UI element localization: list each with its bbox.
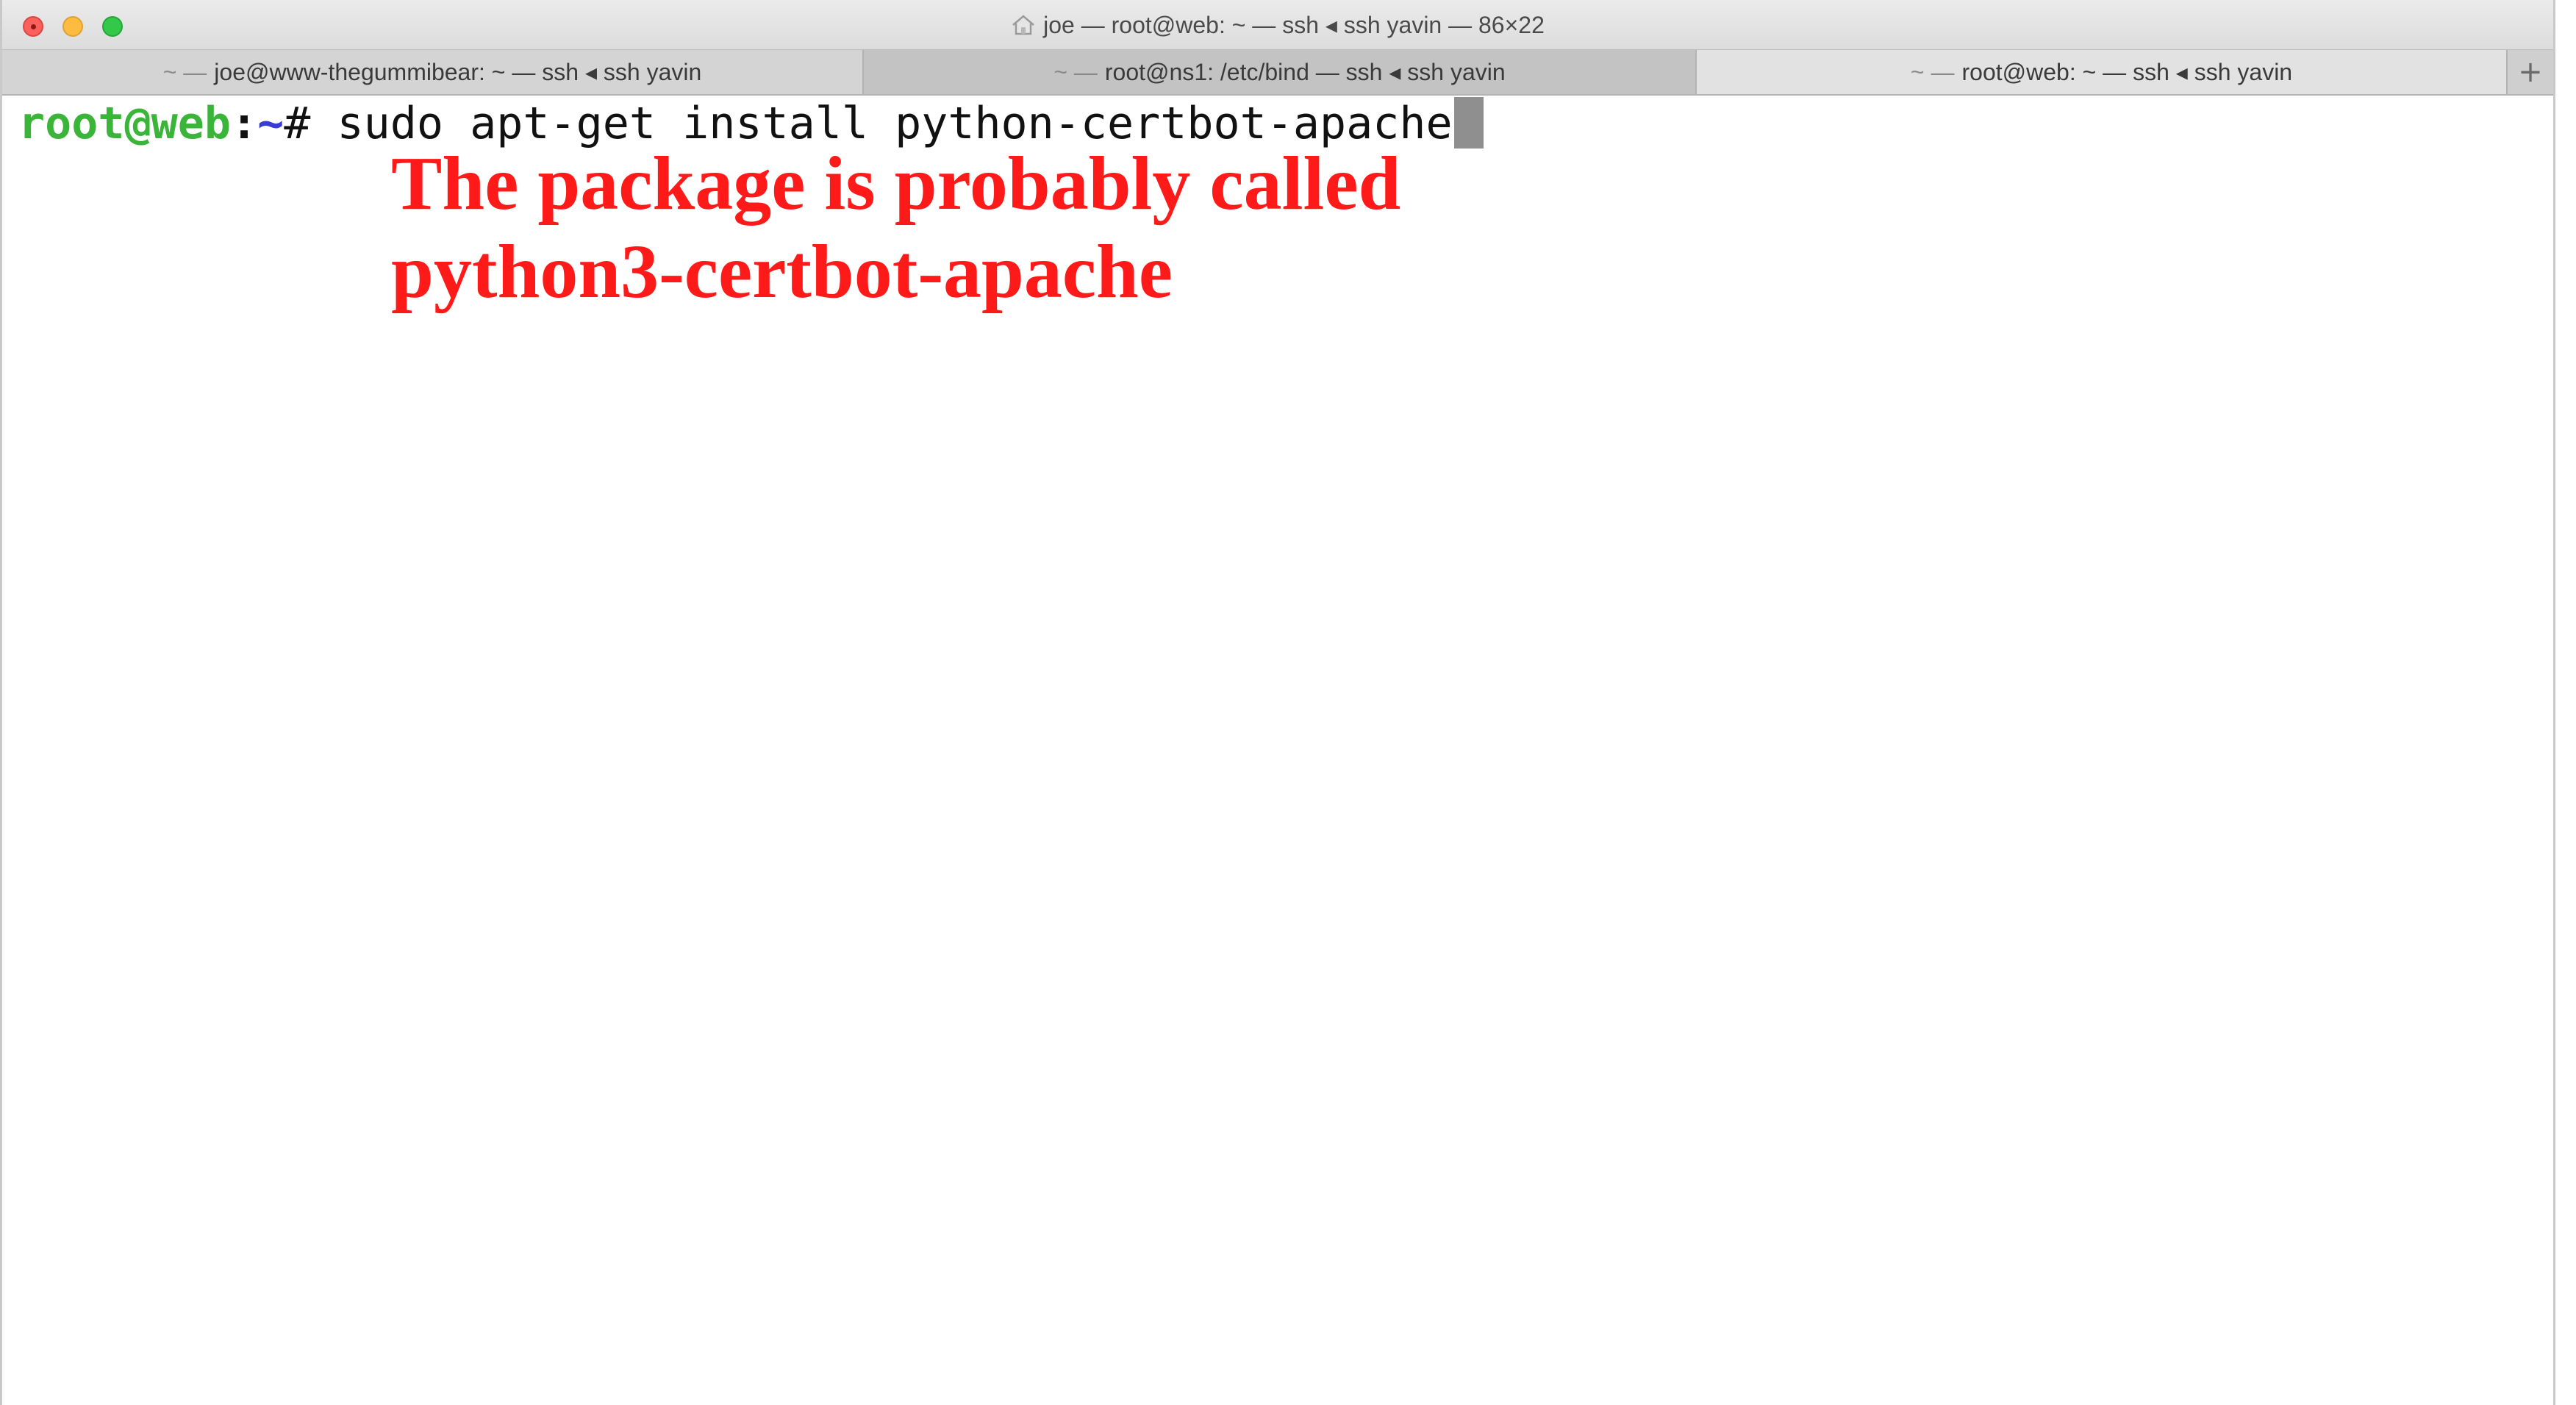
text-cursor [1453,97,1484,149]
window-title-text: joe — root@web: ~ — ssh ◂ ssh yavin — 86… [1043,12,1545,38]
tab-ns1[interactable]: ~ — root@ns1: /etc/bind — ssh ◂ ssh yavi… [864,50,1697,94]
terminal-window: joe — root@web: ~ — ssh ◂ ssh yavin — 86… [0,0,2555,1405]
annotation-line-2: python3-certbot-apache [391,229,1173,314]
prompt-separator: : [230,98,258,149]
prompt-user-host: root@web [18,98,231,149]
annotation-line-1: The package is probably called [391,141,1401,226]
home-icon [1011,13,1036,43]
tab-web-active[interactable]: ~ — root@web: ~ — ssh ◂ ssh yavin [1697,50,2508,94]
prompt-char: # [284,98,337,149]
tab-prefix: ~ — [162,58,207,85]
tab-label: joe@www-thegummibear: ~ — ssh ◂ ssh yavi… [214,59,702,85]
tab-label: root@web: ~ — ssh ◂ ssh yavin [1961,59,2293,85]
window-title: joe — root@web: ~ — ssh ◂ ssh yavin — 86… [2,10,2553,43]
tab-prefix: ~ — [1910,58,1955,85]
annotation-overlay: The package is probably called python3-c… [391,140,1400,316]
tab-www-thegummibear[interactable]: ~ — joe@www-thegummibear: ~ — ssh ◂ ssh … [2,50,864,94]
title-bar[interactable]: joe — root@web: ~ — ssh ◂ ssh yavin — 86… [2,0,2553,50]
prompt-path: ~ [257,98,285,149]
tab-bar: ~ — joe@www-thegummibear: ~ — ssh ◂ ssh … [2,50,2553,96]
tab-label: root@ns1: /etc/bind — ssh ◂ ssh yavin [1104,59,1506,85]
tab-prefix: ~ — [1053,58,1098,85]
new-tab-button[interactable]: + [2508,50,2553,94]
